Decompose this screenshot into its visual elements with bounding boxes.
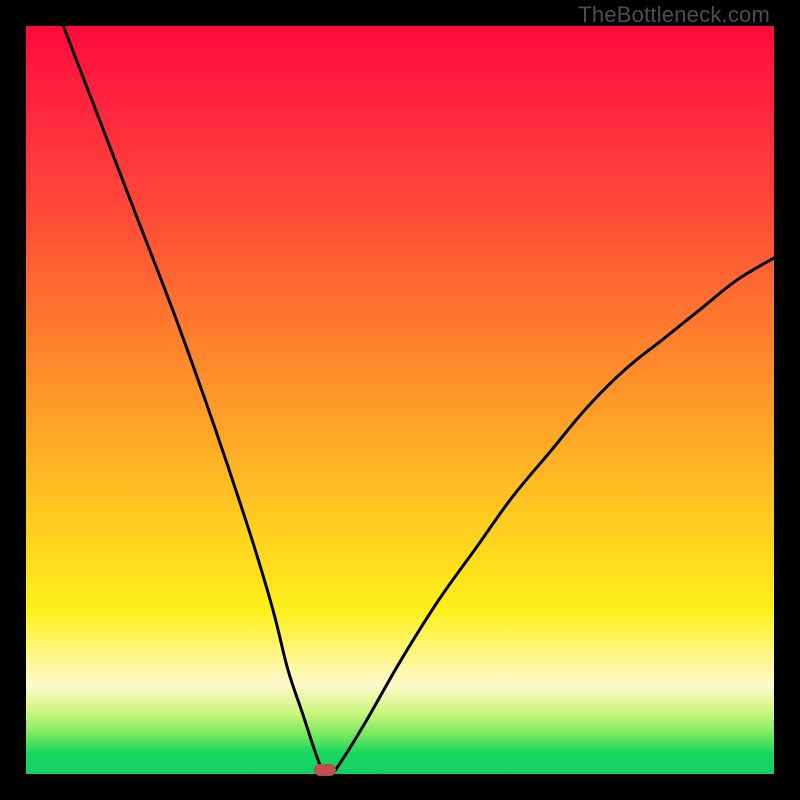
plot-area	[26, 26, 774, 774]
chart-frame: TheBottleneck.com	[0, 0, 800, 800]
optimum-marker	[314, 764, 336, 776]
bottleneck-curve	[26, 26, 774, 774]
watermark-text: TheBottleneck.com	[578, 2, 770, 28]
curve-path	[63, 26, 774, 776]
